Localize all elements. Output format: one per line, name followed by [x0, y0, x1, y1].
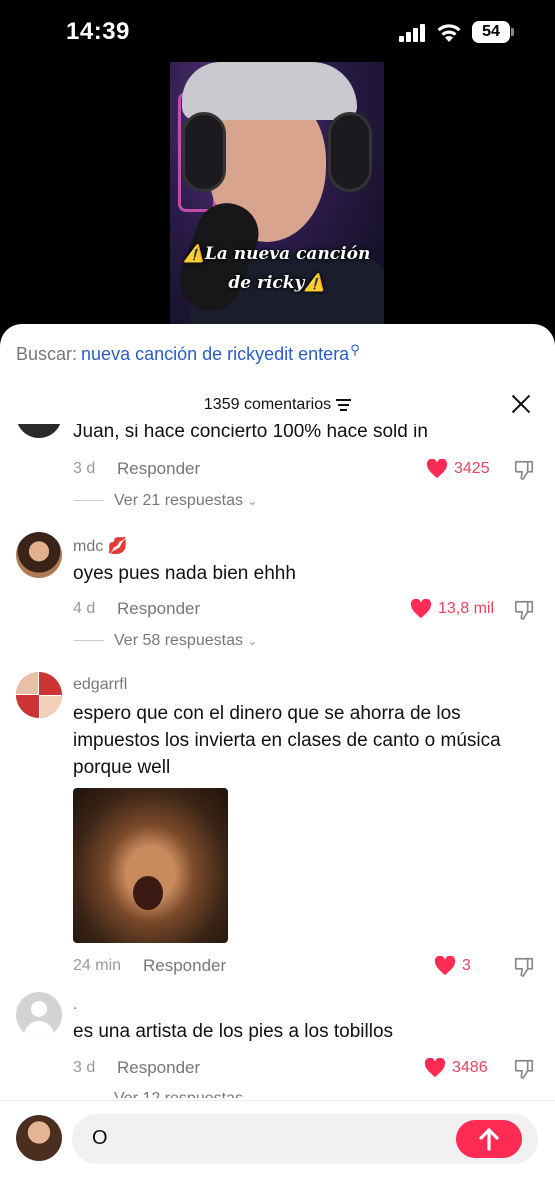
video-preview[interactable]: ⚠️La nueva canción de ricky⚠️ [170, 62, 384, 326]
comment-text: es una artista de los pies a los tobillo… [73, 1021, 394, 1042]
view-replies-link[interactable]: Ver 21 respuestas ⌄ [74, 492, 257, 510]
status-bar: 14:39 54 [0, 0, 555, 62]
username[interactable]: . [73, 996, 77, 1014]
like-count: 3425 [454, 460, 490, 477]
chevron-down-icon: ⌄ [247, 494, 258, 508]
username-text: mdc [73, 538, 104, 555]
avatar[interactable] [16, 424, 62, 438]
comment-composer: O [0, 1100, 555, 1200]
view-replies-label: Ver 21 respuestas [114, 492, 243, 509]
video-caption: ⚠️La nueva canción de ricky⚠️ [183, 244, 371, 293]
reply-button[interactable]: Responder [117, 599, 200, 619]
heart-icon[interactable] [426, 459, 448, 479]
heart-icon[interactable] [434, 956, 456, 976]
search-icon: ⚲ [350, 342, 360, 357]
cellular-signal-icon [399, 24, 427, 42]
clock: 14:39 [66, 18, 130, 45]
battery-tip [511, 28, 514, 36]
username-badge: 💋 [107, 538, 128, 555]
video-person-cap [182, 62, 357, 120]
replies-divider [74, 500, 104, 502]
reply-button[interactable]: Responder [143, 956, 226, 976]
close-icon[interactable] [509, 392, 533, 416]
send-button[interactable] [456, 1120, 522, 1158]
headphone-right [328, 112, 372, 192]
avatar[interactable] [16, 532, 62, 578]
comments-sheet: Buscar: nueva canción de rickyedit entera… [0, 324, 555, 1200]
comment-list[interactable]: Juan, si hace concierto 100% hace sold i… [0, 424, 555, 1098]
comment-input[interactable]: O [72, 1114, 538, 1164]
view-replies-label: Ver 12 respuestas [114, 1090, 243, 1098]
comment-text: Juan, si hace concierto 100% hace sold i… [73, 424, 428, 442]
like-count: 3486 [452, 1059, 488, 1076]
comment-image[interactable] [73, 788, 228, 943]
dislike-icon[interactable] [513, 459, 535, 481]
view-replies-label: Ver 58 respuestas [114, 632, 243, 649]
dislike-icon[interactable] [513, 956, 535, 978]
like-count: 13,8 mil [438, 600, 495, 617]
avatar[interactable] [16, 672, 62, 718]
chevron-down-icon: ⌄ [247, 634, 258, 648]
username[interactable]: mdc 💋 [73, 536, 128, 556]
search-suggestion[interactable]: Buscar: nueva canción de rickyedit entera… [16, 342, 360, 365]
my-avatar [16, 1115, 62, 1161]
replies-divider [74, 640, 104, 642]
comment-text: espero que con el dinero que se ahorra d… [73, 703, 501, 778]
dislike-icon[interactable] [513, 599, 535, 621]
heart-icon[interactable] [424, 1058, 446, 1078]
search-query-link[interactable]: nueva canción de rickyedit entera [81, 344, 349, 364]
send-arrow-icon [479, 1128, 499, 1151]
reply-button[interactable]: Responder [117, 1058, 200, 1078]
comment-input-value: O [92, 1127, 108, 1149]
dislike-icon[interactable] [513, 1058, 535, 1080]
comment-text: oyes pues nada bien ehhh [73, 563, 296, 584]
comment-age: 3 d [73, 1059, 96, 1076]
like-count: 3 [462, 957, 471, 974]
comment-age: 24 min [73, 957, 122, 974]
headphone-left [182, 112, 226, 192]
comment-age: 3 d [73, 460, 96, 477]
view-replies-link[interactable]: Ver 12 respuestas ⌄ [74, 1090, 257, 1098]
filter-icon[interactable] [336, 396, 352, 414]
battery-icon: 54 [472, 21, 510, 43]
chevron-down-icon: ⌄ [247, 1092, 257, 1098]
reply-button[interactable]: Responder [117, 459, 200, 479]
username[interactable]: edgarrfl [73, 676, 127, 694]
comment-age: 4 d [73, 600, 96, 617]
heart-icon[interactable] [410, 599, 432, 619]
comments-header: 1359 comentarios [0, 396, 555, 414]
avatar[interactable] [16, 992, 62, 1038]
view-replies-link[interactable]: Ver 58 respuestas ⌄ [74, 632, 257, 650]
wifi-icon [437, 24, 461, 42]
search-label: Buscar: [16, 344, 78, 364]
comment-count: 1359 comentarios [203, 396, 332, 414]
